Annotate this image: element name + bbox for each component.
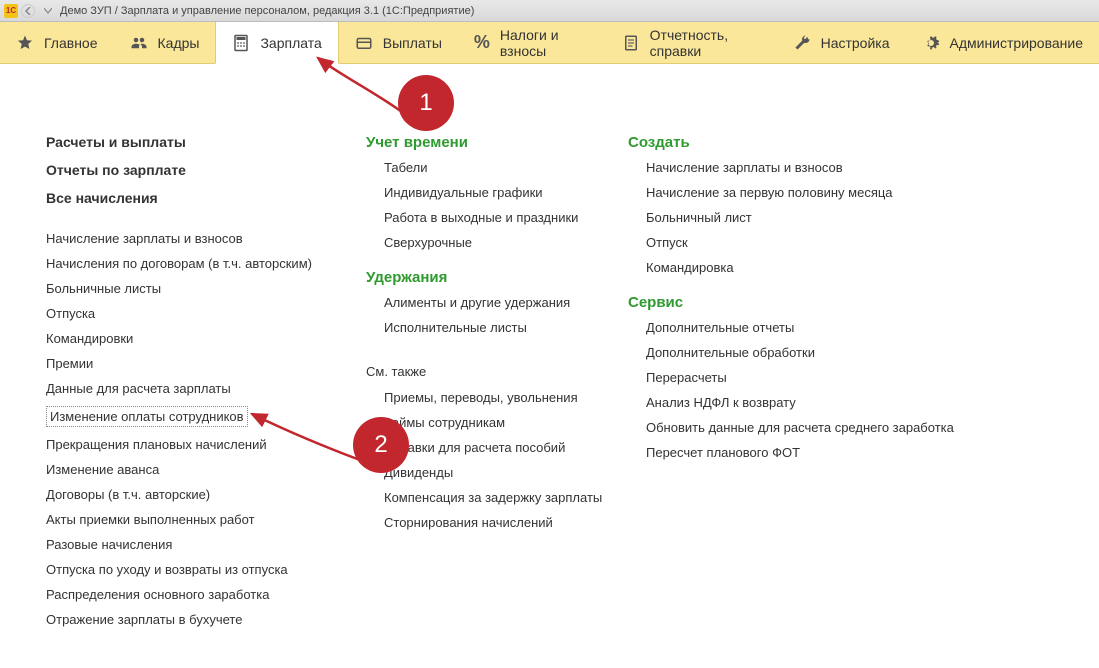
link-individual-sched[interactable]: Индивидуальные графики: [366, 180, 628, 205]
section-timekeeping[interactable]: Учет времени: [366, 134, 628, 151]
service-planned-fot[interactable]: Пересчет планового ФОТ: [628, 440, 968, 465]
link-storno[interactable]: Сторнирования начислений: [366, 510, 628, 535]
create-sick-leave[interactable]: Больничный лист: [628, 205, 968, 230]
report-icon: [622, 34, 640, 52]
nav-label: Кадры: [158, 35, 200, 51]
percent-icon: %: [474, 32, 490, 53]
see-also-label: См. также: [366, 362, 628, 381]
link-onetime-accruals[interactable]: Разовые начисления: [46, 532, 366, 557]
app-icon: 1C: [4, 4, 18, 18]
link-accrual-salary[interactable]: Начисление зарплаты и взносов: [46, 226, 366, 251]
link-change-employee-pay[interactable]: Изменение оплаты сотрудников: [46, 401, 366, 432]
link-timesheets[interactable]: Табели: [366, 155, 628, 180]
section-calc-payments[interactable]: Расчеты и выплаты: [46, 134, 366, 150]
link-dividends[interactable]: Дивиденды: [366, 460, 628, 485]
create-half-month[interactable]: Начисление за первую половину месяца: [628, 180, 968, 205]
link-bonuses[interactable]: Премии: [46, 351, 366, 376]
service-extra-reports[interactable]: Дополнительные отчеты: [628, 315, 968, 340]
nav-item-salary[interactable]: Зарплата: [215, 22, 338, 64]
create-business-trip[interactable]: Командировка: [628, 255, 968, 280]
wrench-icon: [793, 34, 811, 52]
nav-label: Отчетность, справки: [650, 27, 761, 59]
section-salary-reports[interactable]: Отчеты по зарплате: [46, 162, 366, 178]
nav-label: Зарплата: [260, 35, 321, 51]
service-recalculations[interactable]: Перерасчеты: [628, 365, 968, 390]
nav-item-settings[interactable]: Настройка: [777, 22, 906, 63]
star-icon: [16, 34, 34, 52]
service-ndfl-analysis[interactable]: Анализ НДФЛ к возврату: [628, 390, 968, 415]
link-business-trips[interactable]: Командировки: [46, 326, 366, 351]
link-parental-leave[interactable]: Отпуска по уходу и возвраты из отпуска: [46, 557, 366, 582]
section-all-accruals[interactable]: Все начисления: [46, 190, 366, 206]
link-salary-calc-data[interactable]: Данные для расчета зарплаты: [46, 376, 366, 401]
column-calculations: Расчеты и выплаты Отчеты по зарплате Все…: [46, 134, 366, 632]
content-area: Расчеты и выплаты Отчеты по зарплате Все…: [0, 64, 1099, 652]
link-enforcement[interactable]: Исполнительные листы: [366, 315, 628, 340]
nav-label: Настройка: [821, 35, 890, 51]
main-navbar: Главное Кадры Зарплата Выплаты % Налоги …: [0, 22, 1099, 64]
gear-icon: [922, 34, 940, 52]
service-extra-processing[interactable]: Дополнительные обработки: [628, 340, 968, 365]
wallet-icon: [355, 34, 373, 52]
nav-item-personnel[interactable]: Кадры: [114, 22, 216, 63]
window-titlebar: 1C Демо ЗУП / Зарплата и управление перс…: [0, 0, 1099, 22]
link-overtime[interactable]: Сверхурочные: [366, 230, 628, 255]
link-base-earnings-dist[interactable]: Распределения основного заработка: [46, 582, 366, 607]
calculator-icon: [232, 34, 250, 52]
nav-item-taxes[interactable]: % Налоги и взносы: [458, 22, 606, 63]
people-icon: [130, 34, 148, 52]
link-change-advance[interactable]: Изменение аванса: [46, 457, 366, 482]
window-title: Демо ЗУП / Зарплата и управление персона…: [60, 5, 474, 17]
dropdown-icon[interactable]: [41, 4, 55, 18]
section-service[interactable]: Сервис: [628, 294, 968, 311]
link-salary-accounting[interactable]: Отражение зарплаты в бухучете: [46, 607, 366, 632]
nav-label: Администрирование: [950, 35, 1084, 51]
link-delay-comp[interactable]: Компенсация за задержку зарплаты: [366, 485, 628, 510]
service-update-avg-data[interactable]: Обновить данные для расчета среднего зар…: [628, 415, 968, 440]
link-alimony[interactable]: Алименты и другие удержания: [366, 290, 628, 315]
nav-item-payments[interactable]: Выплаты: [339, 22, 458, 63]
link-weekend-work[interactable]: Работа в выходные и праздники: [366, 205, 628, 230]
link-contracts[interactable]: Договоры (в т.ч. авторские): [46, 482, 366, 507]
nav-item-admin[interactable]: Администрирование: [906, 22, 1099, 63]
link-vacations[interactable]: Отпуска: [46, 301, 366, 326]
nav-item-main[interactable]: Главное: [0, 22, 114, 63]
nav-item-reports[interactable]: Отчетность, справки: [606, 22, 777, 63]
section-deductions[interactable]: Удержания: [366, 269, 628, 286]
nav-label: Налоги и взносы: [500, 27, 590, 59]
column-create-service: Создать Начисление зарплаты и взносов На…: [628, 134, 968, 632]
link-accrual-contracts[interactable]: Начисления по договорам (в т.ч. авторски…: [46, 251, 366, 276]
create-vacation[interactable]: Отпуск: [628, 230, 968, 255]
annotation-badge-2: 2: [353, 417, 409, 473]
nav-back-icon[interactable]: [21, 4, 35, 18]
annotation-badge-1: 1: [398, 75, 454, 131]
link-stop-planned-accruals[interactable]: Прекращения плановых начислений: [46, 432, 366, 457]
link-sick-leaves[interactable]: Больничные листы: [46, 276, 366, 301]
nav-label: Выплаты: [383, 35, 442, 51]
create-salary-accrual[interactable]: Начисление зарплаты и взносов: [628, 155, 968, 180]
link-acceptance-acts[interactable]: Акты приемки выполненных работ: [46, 507, 366, 532]
link-hires-transfers[interactable]: Приемы, переводы, увольнения: [366, 385, 628, 410]
section-create[interactable]: Создать: [628, 134, 968, 151]
column-timekeeping: Учет времени Табели Индивидуальные графи…: [366, 134, 628, 632]
nav-label: Главное: [44, 35, 98, 51]
